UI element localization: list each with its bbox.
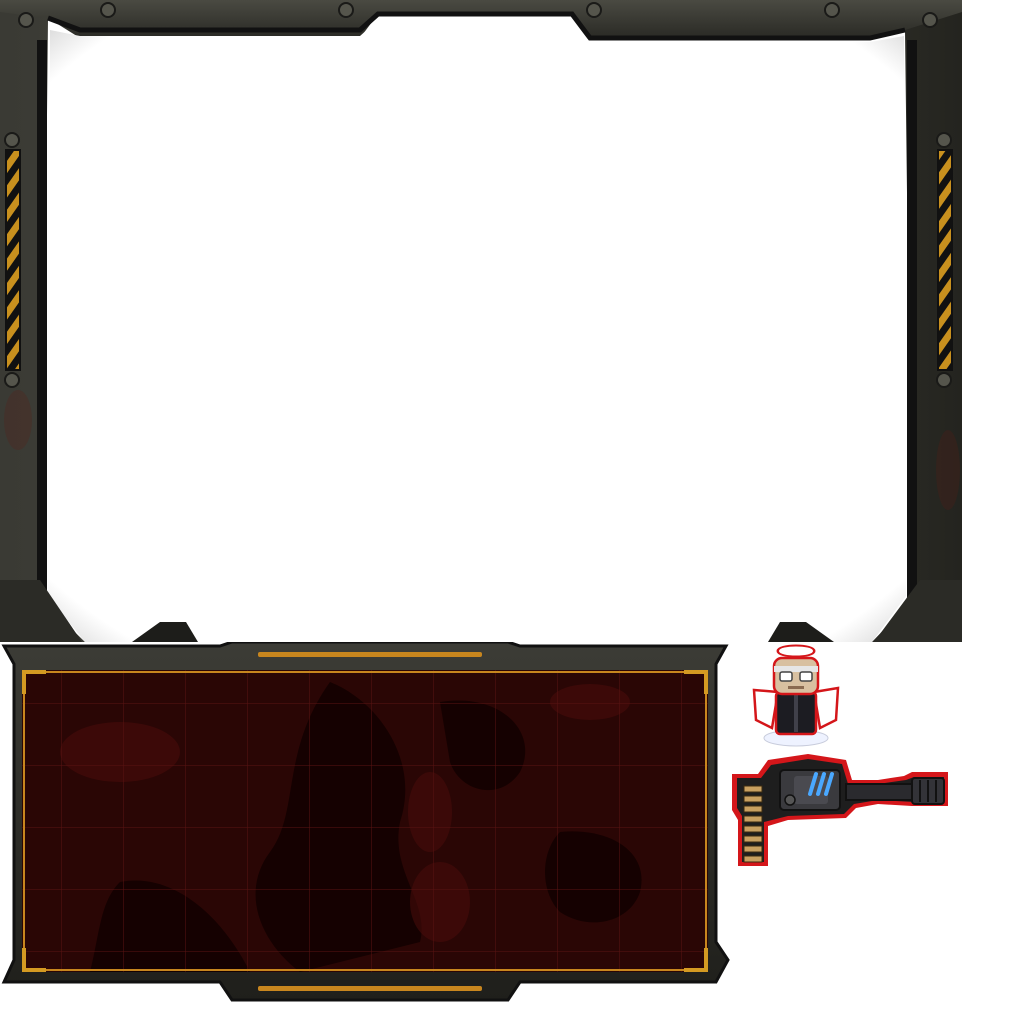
map-panel (1, 642, 730, 1002)
minigun-weapon-icon (732, 754, 948, 866)
hud-frame (0, 0, 962, 642)
angel-character-icon (752, 644, 840, 747)
